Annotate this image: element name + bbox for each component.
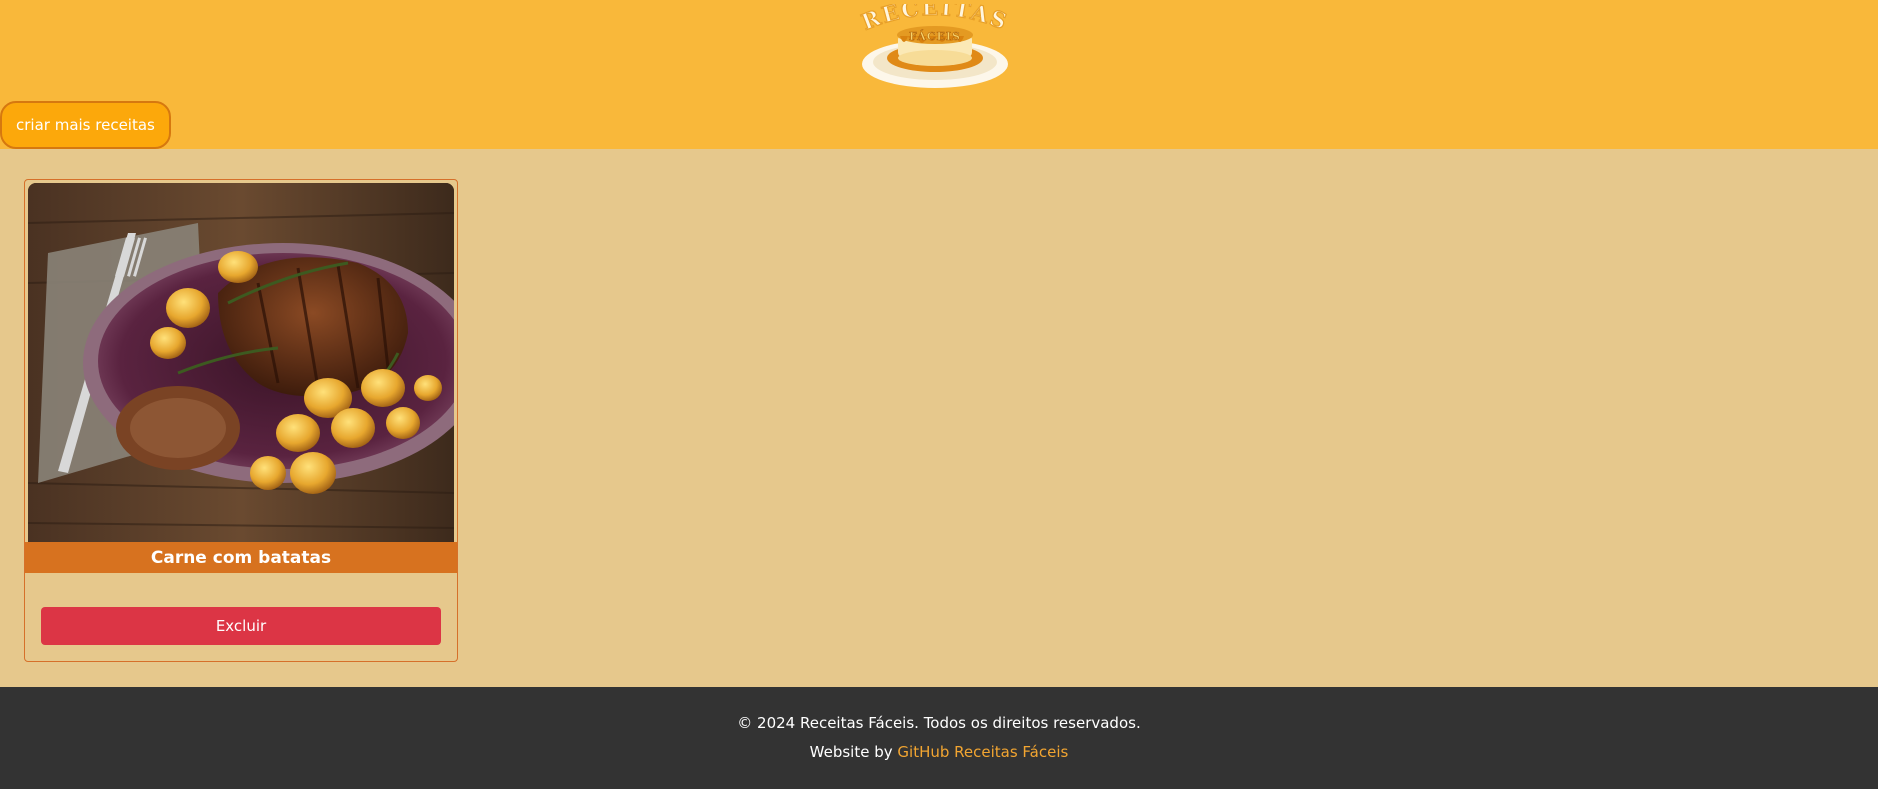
- credits-line: Website by GitHub Receitas Fáceis: [0, 743, 1878, 761]
- copyright-text: © 2024 Receitas Fáceis. Todos os direito…: [737, 714, 1141, 732]
- site-logo[interactable]: RECEITAS FÁCEIS: [840, 4, 1030, 94]
- recipe-image: [28, 183, 454, 542]
- create-recipe-button[interactable]: criar mais receitas: [0, 101, 171, 149]
- recipes-grid: Carne com batatas Excluir: [0, 149, 1878, 687]
- site-footer: © 2024 Receitas Fáceis. Todos os direito…: [0, 687, 1878, 789]
- logo-cake-icon: RECEITAS FÁCEIS: [857, 4, 1011, 88]
- recipe-title: Carne com batatas: [25, 542, 457, 573]
- credits-prefix: Website by: [809, 743, 893, 761]
- github-link[interactable]: GitHub Receitas Fáceis: [897, 743, 1068, 761]
- svg-text:FÁCEIS: FÁCEIS: [909, 29, 961, 43]
- delete-recipe-button[interactable]: Excluir: [41, 607, 441, 645]
- recipe-card: Carne com batatas Excluir: [24, 179, 458, 662]
- site-header: RECEITAS FÁCEIS criar mais receitas: [0, 0, 1878, 149]
